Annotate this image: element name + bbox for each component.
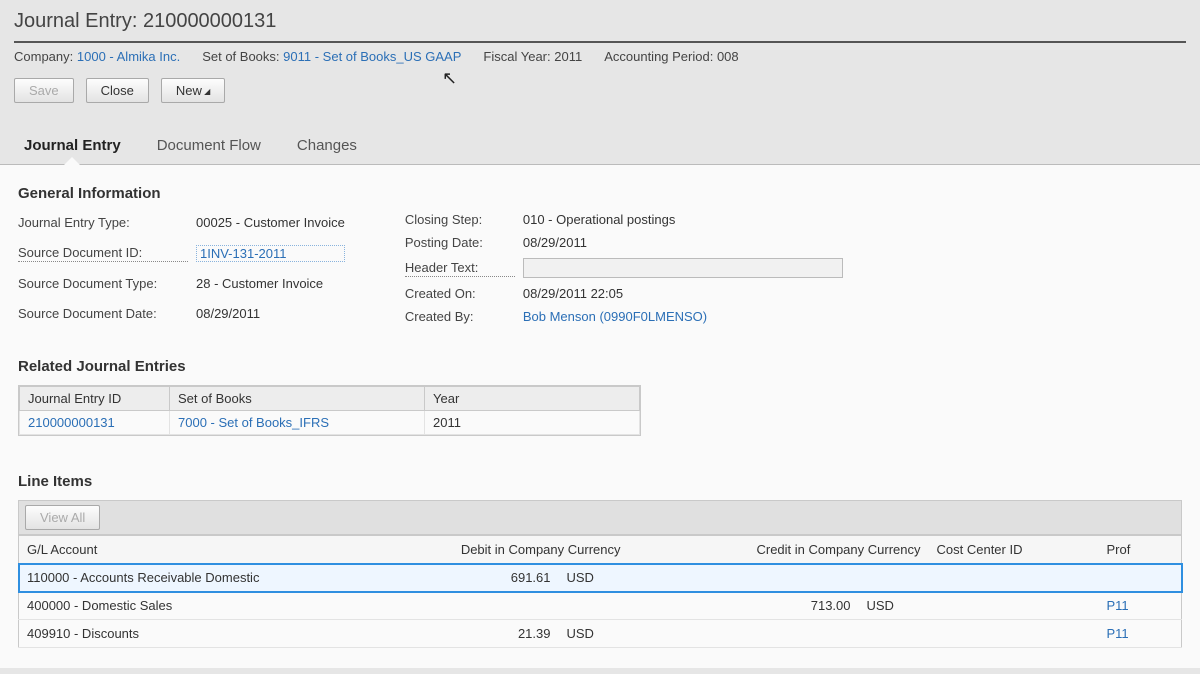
related-sob-link[interactable]: 7000 - Set of Books_IFRS <box>178 415 329 430</box>
sdid-label: Source Document ID: <box>18 245 188 262</box>
line-item-row[interactable]: 110000 - Accounts Receivable Domestic 69… <box>19 564 1182 592</box>
line-items-toolbar: View All <box>18 500 1182 535</box>
li-cc <box>929 620 1099 648</box>
line-item-row[interactable]: 409910 - Discounts 21.39 USD P11 <box>19 620 1182 648</box>
li-prof-link[interactable]: P11 <box>1107 626 1129 641</box>
related-row[interactable]: 210000000131 7000 - Set of Books_IFRS 20… <box>20 411 640 435</box>
li-credit: 713.00 <box>629 592 859 620</box>
sdd-value: 08/29/2011 <box>196 306 345 321</box>
li-col-debit: Debit in Company Currency <box>359 536 629 564</box>
li-cc <box>929 564 1099 592</box>
related-table: Journal Entry ID Set of Books Year 21000… <box>19 386 640 435</box>
view-all-button[interactable]: View All <box>25 505 100 530</box>
cb-link[interactable]: Bob Menson (0990F0LMENSO) <box>523 309 843 324</box>
tab-changes[interactable]: Changes <box>291 133 363 164</box>
pd-label: Posting Date: <box>405 235 515 250</box>
related-col-year: Year <box>425 387 640 411</box>
li-credit <box>629 620 859 648</box>
close-button[interactable]: Close <box>86 78 149 103</box>
tab-journal-entry[interactable]: Journal Entry <box>18 133 127 164</box>
li-gl: 400000 - Domestic Sales <box>19 592 359 620</box>
page-title: Journal Entry: 210000000131 <box>14 10 1186 33</box>
related-table-wrap: Journal Entry ID Set of Books Year 21000… <box>18 385 641 436</box>
li-prof-link[interactable]: P11 <box>1107 598 1129 613</box>
related-col-sob: Set of Books <box>170 387 425 411</box>
line-item-row[interactable]: 400000 - Domestic Sales 713.00 USD P11 <box>19 592 1182 620</box>
li-debit: 21.39 <box>359 620 559 648</box>
li-debit-cur: USD <box>559 564 629 592</box>
line-items-title: Line Items <box>18 473 1182 490</box>
li-cc <box>929 592 1099 620</box>
cs-value: 010 - Operational postings <box>523 212 843 227</box>
li-debit-cur: USD <box>559 620 629 648</box>
ap-value: 008 <box>717 49 739 64</box>
sob-link[interactable]: 9011 - Set of Books_US GAAP <box>283 49 461 64</box>
sdd-label: Source Document Date: <box>18 306 188 321</box>
fy-value: 2011 <box>554 49 582 64</box>
li-debit: 691.61 <box>359 564 559 592</box>
related-year: 2011 <box>425 411 640 435</box>
toolbar: Save Close New <box>14 78 1186 103</box>
jet-label: Journal Entry Type: <box>18 215 188 230</box>
tabs: Journal Entry Document Flow Changes <box>0 117 1200 165</box>
cb-label: Created By: <box>405 309 515 324</box>
li-credit <box>629 564 859 592</box>
general-info-title: General Information <box>18 185 1182 202</box>
li-col-credit: Credit in Company Currency <box>629 536 929 564</box>
li-credit-cur <box>859 564 929 592</box>
line-items-table: G/L Account Debit in Company Currency Cr… <box>18 535 1182 648</box>
related-title: Related Journal Entries <box>18 358 1182 375</box>
co-label: Created On: <box>405 286 515 301</box>
pd-value: 08/29/2011 <box>523 235 843 250</box>
sdt-label: Source Document Type: <box>18 276 188 291</box>
general-right-col: Closing Step: 010 - Operational postings… <box>405 212 843 324</box>
header-rule <box>14 41 1186 43</box>
company-link[interactable]: 1000 - Almika Inc. <box>77 49 180 64</box>
li-gl: 409910 - Discounts <box>19 620 359 648</box>
cs-label: Closing Step: <box>405 212 515 227</box>
li-col-prof: Prof <box>1099 536 1182 564</box>
new-button[interactable]: New <box>161 78 225 103</box>
general-info-grid: Journal Entry Type: 00025 - Customer Inv… <box>18 212 1182 324</box>
li-credit-cur: USD <box>859 592 929 620</box>
related-col-id: Journal Entry ID <box>20 387 170 411</box>
ht-label: Header Text: <box>405 260 515 277</box>
co-value: 08/29/2011 22:05 <box>523 286 843 301</box>
li-col-cc: Cost Center ID <box>929 536 1099 564</box>
li-gl: 110000 - Accounts Receivable Domestic <box>19 564 359 592</box>
sob-label: Set of Books: <box>202 49 279 64</box>
fy-label: Fiscal Year: <box>483 49 550 64</box>
related-id-link[interactable]: 210000000131 <box>28 415 115 430</box>
sdt-value: 28 - Customer Invoice <box>196 276 345 291</box>
jet-value: 00025 - Customer Invoice <box>196 215 345 230</box>
header-text-input[interactable] <box>523 258 843 278</box>
li-debit <box>359 592 559 620</box>
general-left-col: Journal Entry Type: 00025 - Customer Inv… <box>18 212 345 324</box>
sdid-link[interactable]: 1INV-131-2011 <box>196 245 345 262</box>
li-col-gl: G/L Account <box>19 536 359 564</box>
company-label: Company: <box>14 49 73 64</box>
tab-document-flow[interactable]: Document Flow <box>151 133 267 164</box>
li-debit-cur <box>559 592 629 620</box>
save-button[interactable]: Save <box>14 78 74 103</box>
header-meta-row: Company: 1000 - Almika Inc. Set of Books… <box>14 49 1186 64</box>
ap-label: Accounting Period: <box>604 49 713 64</box>
li-credit-cur <box>859 620 929 648</box>
